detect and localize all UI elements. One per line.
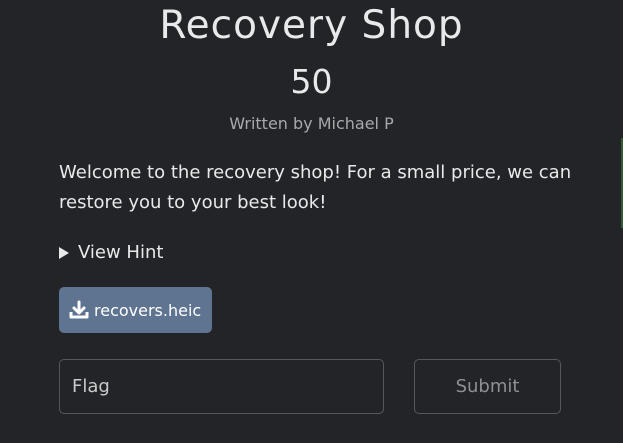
download-file-button[interactable]: recovers.heic — [59, 287, 213, 333]
file-name-label: recovers.heic — [94, 300, 202, 320]
view-hint-toggle[interactable]: View Hint — [59, 240, 163, 266]
download-icon — [69, 300, 89, 320]
triangle-right-icon — [59, 247, 69, 259]
submit-button[interactable]: Submit — [414, 359, 561, 414]
challenge-author: Written by Michael P — [229, 114, 394, 133]
challenge-points: 50 — [290, 62, 333, 101]
challenge-title: Recovery Shop — [159, 3, 464, 48]
view-hint-label: View Hint — [78, 242, 164, 263]
challenge-description: Welcome to the recovery shop! For a smal… — [59, 162, 572, 213]
challenge-modal: Recovery Shop 50 Written by Michael P We… — [0, 0, 623, 443]
flag-input[interactable] — [59, 359, 384, 414]
